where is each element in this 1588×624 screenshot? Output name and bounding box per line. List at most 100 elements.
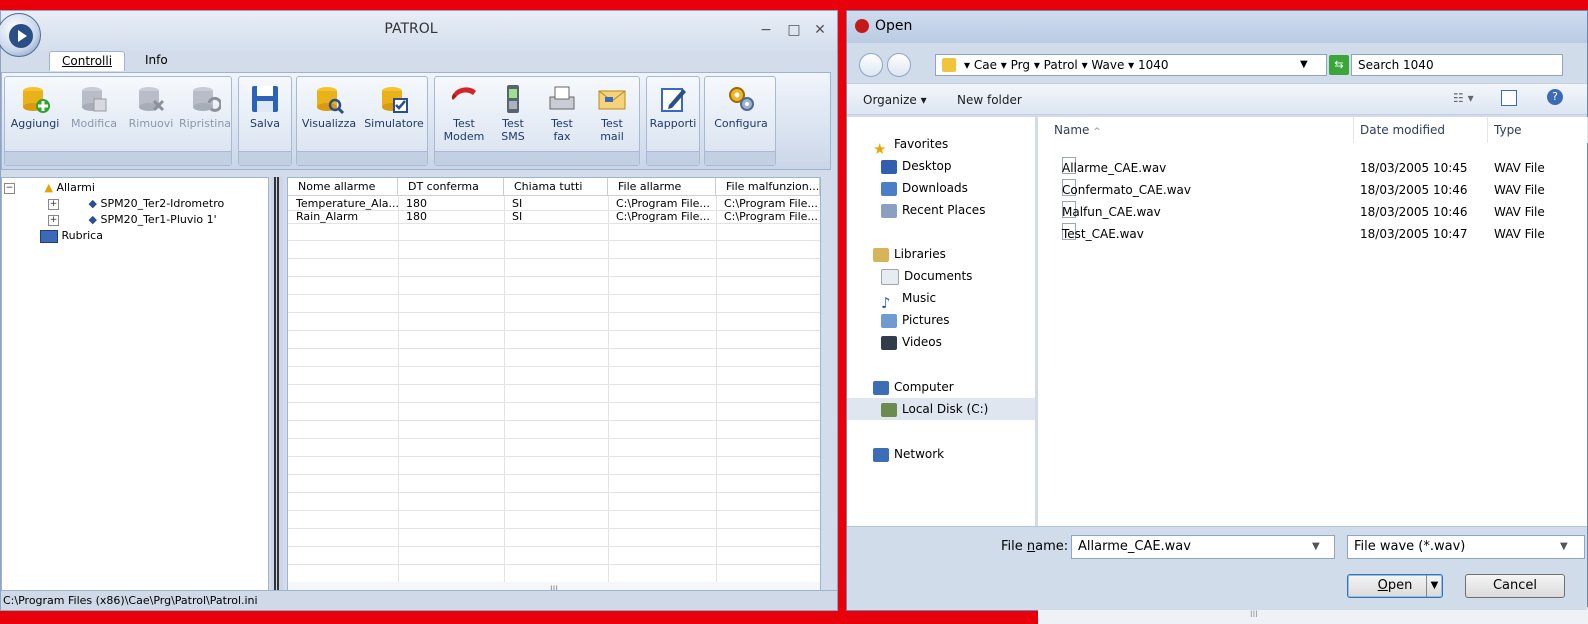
file-row[interactable]: Malfun_CAE.wav 18/03/2005 10:46 WAV File	[1038, 201, 1588, 223]
close-button[interactable]: ✕	[811, 21, 829, 39]
collapse-icon[interactable]: −	[4, 182, 15, 194]
app-menu-button[interactable]	[0, 13, 41, 57]
recent-places-icon	[881, 203, 897, 218]
column-header-type[interactable]: Type	[1488, 117, 1588, 143]
column-header[interactable]: DT conferma	[398, 178, 504, 196]
address-dropdown-icon[interactable]: ▼	[1300, 55, 1308, 75]
file-type-dropdown-icon[interactable]: ▼	[1560, 536, 1568, 558]
configura-button[interactable]: Configura	[707, 83, 775, 153]
file-name-dropdown-icon[interactable]: ▼	[1312, 536, 1320, 558]
breadcrumb-item[interactable]: Patrol	[1044, 58, 1078, 72]
database-restore-icon	[193, 87, 221, 112]
file-type-select[interactable]: File wave (*.wav) ▼	[1347, 535, 1585, 559]
visualizza-button[interactable]: Visualizza	[297, 83, 361, 153]
table-row[interactable]: Temperature_Ala... 180 SI C:\Program Fil…	[288, 197, 820, 210]
tree-node-rubrica[interactable]: Rubrica	[40, 228, 103, 244]
ribbon-group-footer	[435, 151, 639, 165]
nav-downloads[interactable]: Downloads	[881, 177, 968, 199]
test-sms-button[interactable]: Test SMS	[491, 83, 535, 153]
nav-favorites[interactable]: ★ Favorites	[873, 133, 948, 158]
nav-pictures[interactable]: Pictures	[881, 309, 950, 331]
file-type: WAV File	[1494, 183, 1545, 197]
nav-computer[interactable]: Computer	[873, 376, 954, 398]
cancel-button[interactable]: Cancel	[1465, 574, 1565, 598]
breadcrumb-item[interactable]: Prg	[1011, 58, 1030, 72]
file-row[interactable]: Test_CAE.wav 18/03/2005 10:47 WAV File	[1038, 223, 1588, 245]
nav-network[interactable]: Network	[873, 443, 944, 465]
column-header[interactable]: File malfunzion...	[716, 178, 820, 196]
dialog-titlebar[interactable]: Open	[847, 11, 1587, 43]
cell-file-malf: C:\Program File...	[724, 197, 818, 210]
warning-icon: ▲	[44, 181, 53, 194]
nav-label: Computer	[894, 380, 954, 394]
file-type-value: File wave (*.wav)	[1354, 539, 1466, 554]
simulatore-button[interactable]: Simulatore	[361, 83, 427, 153]
breadcrumb-item[interactable]: Wave	[1091, 58, 1124, 72]
pane-splitter[interactable]	[271, 177, 283, 599]
open-button[interactable]: Open ▼	[1347, 574, 1443, 598]
preview-pane-icon[interactable]	[1501, 90, 1517, 106]
pictures-icon	[881, 313, 897, 328]
tree-node-alarm[interactable]: + ◆ SPM20_Ter1-Pluvio 1'	[48, 212, 217, 228]
file-name-input[interactable]: Allarme_CAE.wav ▼	[1071, 535, 1335, 559]
test-mail-button[interactable]: Test mail	[587, 83, 637, 153]
nav-documents[interactable]: Documents	[881, 265, 972, 287]
nav-label: Pictures	[902, 313, 950, 327]
minimize-button[interactable]: −	[757, 21, 775, 39]
search-input[interactable]: Search 1040	[1351, 54, 1563, 76]
report-pen-icon	[661, 88, 686, 112]
status-bar: C:\Program Files (x86)\Cae\Prg\Patrol\Pa…	[1, 590, 837, 610]
file-date: 18/03/2005 10:47	[1360, 227, 1468, 241]
ripristina-button[interactable]: Ripristina	[177, 83, 233, 153]
aggiungi-button[interactable]: Aggiungi	[5, 83, 65, 153]
maximize-button[interactable]: □	[785, 21, 803, 39]
file-type: WAV File	[1494, 227, 1545, 241]
forward-button[interactable]	[887, 53, 911, 77]
nav-libraries[interactable]: Libraries	[873, 243, 946, 265]
expand-icon[interactable]: +	[48, 214, 59, 226]
cell-dt: 180	[406, 210, 427, 223]
rimuovi-button[interactable]: Rimuovi	[123, 83, 179, 153]
file-row[interactable]: Confermato_CAE.wav 18/03/2005 10:46 WAV …	[1038, 179, 1588, 201]
file-row[interactable]: Allarme_CAE.wav 18/03/2005 10:45 WAV Fil…	[1038, 157, 1588, 179]
back-button[interactable]	[859, 53, 883, 77]
column-header-name[interactable]: Name ^	[1038, 117, 1354, 143]
test-fax-button[interactable]: Test fax	[537, 83, 587, 153]
tree-node-allarmi[interactable]: − ▲ Allarmi	[4, 180, 95, 196]
view-options-icon[interactable]: ☷ ▾	[1453, 91, 1474, 105]
nav-music[interactable]: ♪ Music	[881, 287, 936, 312]
new-folder-button[interactable]: New folder	[957, 93, 1022, 107]
column-header[interactable]: Nome allarme	[288, 178, 398, 196]
test-modem-button[interactable]: Test Modem	[439, 83, 489, 153]
column-header[interactable]: File allarme	[608, 178, 716, 196]
label-access-key: n	[1026, 539, 1036, 554]
patrol-titlebar[interactable]: PATROL − □ ✕	[0, 11, 837, 57]
configura-label: Configura	[714, 117, 768, 130]
rapporti-button[interactable]: Rapporti	[647, 83, 699, 153]
column-header[interactable]: Chiama tutti	[504, 178, 608, 196]
open-access-key: O	[1377, 578, 1388, 593]
nav-recent-places[interactable]: Recent Places	[881, 199, 985, 221]
nav-videos[interactable]: Videos	[881, 331, 942, 353]
tab-controlli[interactable]: Controlli	[49, 51, 126, 71]
open-split-dropdown-icon[interactable]: ▼	[1426, 575, 1442, 597]
nav-desktop[interactable]: Desktop	[881, 155, 952, 177]
column-header-date[interactable]: Date modified	[1354, 117, 1488, 143]
refresh-icon[interactable]: ⇆	[1329, 55, 1349, 75]
alarm-table: Nome allarme DT conferma Chiama tutti Fi…	[287, 177, 821, 599]
table-row[interactable]: Rain_Alarm 180 SI C:\Program File... C:\…	[288, 210, 820, 223]
nav-local-disk[interactable]: Local Disk (C:)	[847, 398, 1035, 420]
tree-node-alarm[interactable]: + ◆ SPM20_Ter2-Idrometro	[48, 196, 224, 212]
tab-info[interactable]: Info	[133, 51, 180, 71]
organize-button[interactable]: Organize ▾	[863, 93, 927, 107]
breadcrumb-item[interactable]: 1040	[1138, 58, 1169, 72]
help-icon[interactable]: ?	[1547, 89, 1563, 105]
expand-icon[interactable]: +	[48, 198, 59, 210]
salva-button[interactable]: Salva	[239, 83, 291, 153]
sensor-icon: ◆	[88, 197, 97, 210]
breadcrumb-item[interactable]: Cae	[974, 58, 997, 72]
music-icon: ♪	[881, 293, 891, 312]
cell-chiama: SI	[512, 197, 523, 210]
address-bar[interactable]: ▾ Cae ▾ Prg ▾ Patrol ▾ Wave ▾ 1040 ▼	[935, 54, 1327, 76]
modifica-button[interactable]: Modifica	[65, 83, 123, 153]
